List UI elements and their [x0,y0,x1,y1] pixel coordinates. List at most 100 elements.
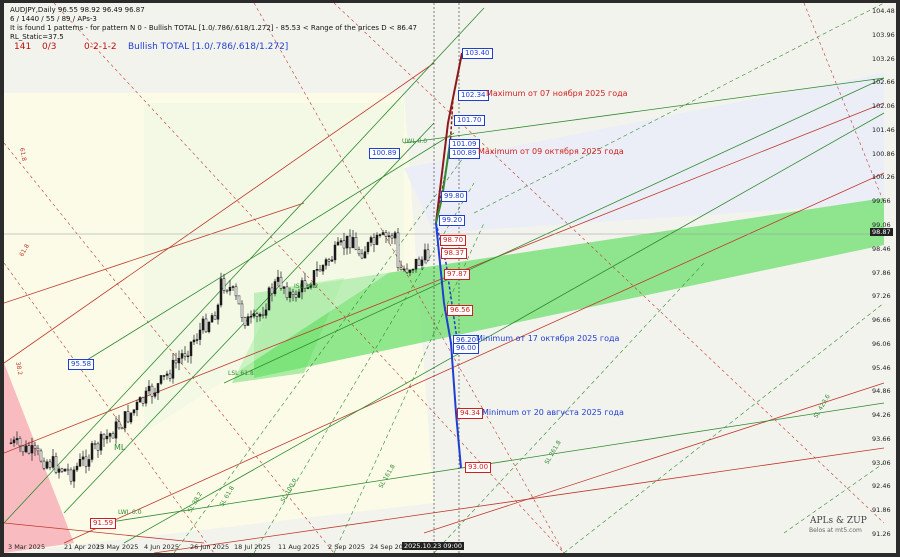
date-axis-label: 4 Jun 2025 [144,543,179,551]
candle-body [87,459,91,467]
level-box[interactable]: 103.40 [462,48,493,59]
candle-body [375,234,379,245]
level-box[interactable]: 99.80 [441,191,468,202]
candle-body [15,438,19,441]
pattern-count: 141 [14,42,32,52]
candle-body [192,339,196,343]
candle-body [186,355,190,358]
candle-body [51,456,55,468]
candle-body [72,469,76,482]
candle-body [132,409,136,414]
candle-body [171,359,175,379]
candle-body [102,433,106,440]
candle-body [96,443,100,451]
candle-body [333,244,337,261]
level-box[interactable]: 100.89 [449,148,480,159]
candle-body [273,281,277,295]
candle-body [9,442,13,445]
candle-body [318,268,322,272]
candle-body [27,445,31,454]
level-box[interactable]: 101.70 [454,115,485,126]
candle-body [123,411,127,429]
level-box[interactable]: 99.20 [439,215,466,226]
level-box[interactable]: 98.70 [440,235,467,246]
candle-body [279,276,283,289]
level-box[interactable]: 93.00 [465,462,492,473]
candle-body [153,392,157,397]
candle-body [141,397,145,404]
candle-body [150,385,154,397]
candle-body [351,237,355,249]
candle-body [330,259,334,262]
level-box[interactable]: 96.56 [447,305,474,316]
candle-body [156,383,160,394]
candle-body [42,460,46,469]
candle-body [33,445,37,449]
candle-body [144,390,148,404]
level-box[interactable]: 95.58 [68,359,95,370]
candle-body [237,295,241,305]
candle-body [120,427,124,430]
note-min-oct: Minimum от 17 октября 2025 года [476,334,620,343]
candle-body [327,259,331,262]
level-box[interactable]: 98.37 [441,248,468,259]
date-axis-label: 11 Aug 2025 [278,543,320,551]
level-box[interactable]: 97.87 [444,269,471,280]
candle-body [384,232,388,237]
current-date-marker: 2025.10.23 09:00 [402,542,465,550]
candle-body [48,461,52,468]
candle-body [291,291,295,295]
candle-body [240,303,244,318]
candle-body [249,316,253,318]
level-box[interactable]: 102.34 [458,90,489,101]
candle-body [381,232,385,235]
candle-body [108,433,112,437]
price-axis-label: 96.66 [872,316,891,325]
candle-body [369,237,373,243]
candle-body [417,258,421,266]
candle-body [222,278,226,291]
candle-body [372,237,376,245]
candle-body [396,232,400,268]
candle-body [39,450,43,462]
level-box[interactable]: 96.00 [453,343,480,354]
candle-body [282,286,286,289]
candle-body [21,445,25,453]
watermark-sub: Belos at mt5.com [809,527,862,534]
candle-body [255,313,259,317]
candle-body [216,304,220,320]
candle-body [159,375,163,384]
level-box[interactable]: 94.34 [457,408,484,419]
candle-body [270,287,274,295]
note-max-nov: Maximum от 07 ноября 2025 года [486,89,628,98]
candle-body [210,315,214,323]
level-box[interactable]: 91.59 [90,518,117,529]
candle-body [264,309,268,316]
candle-body [81,456,85,460]
candle-body [261,314,265,316]
candle-body [117,421,121,429]
price-axis-label: 97.26 [872,292,891,301]
candle-body [84,456,88,467]
price-axis-label: 94.86 [872,387,891,396]
level-box[interactable]: 100.89 [369,148,400,159]
params-info: 6 / 1440 / 55 / 89 / APs-3 [10,15,97,23]
price-axis-label: 93.66 [872,434,891,443]
candle-body [315,268,319,271]
candle-body [363,251,367,259]
candle-body [189,341,193,357]
candle-body [408,269,412,273]
candle-body [66,468,70,471]
candle-body [285,286,289,298]
candle-body [114,421,118,439]
price-axis-label: 99.66 [872,197,891,206]
price-axis-label: 91.26 [872,530,891,538]
candle-body [183,353,187,357]
static-info: RL_Static=37.5 [10,33,64,41]
chart-window[interactable]: AUDJPY,Daily 96.55 98.92 96.49 96.87 6 /… [4,3,896,553]
candle-body [357,249,361,255]
candle-body [378,234,382,236]
candle-body [321,265,325,272]
price-axis-label: 102.66 [872,78,895,87]
candle-body [243,317,247,326]
